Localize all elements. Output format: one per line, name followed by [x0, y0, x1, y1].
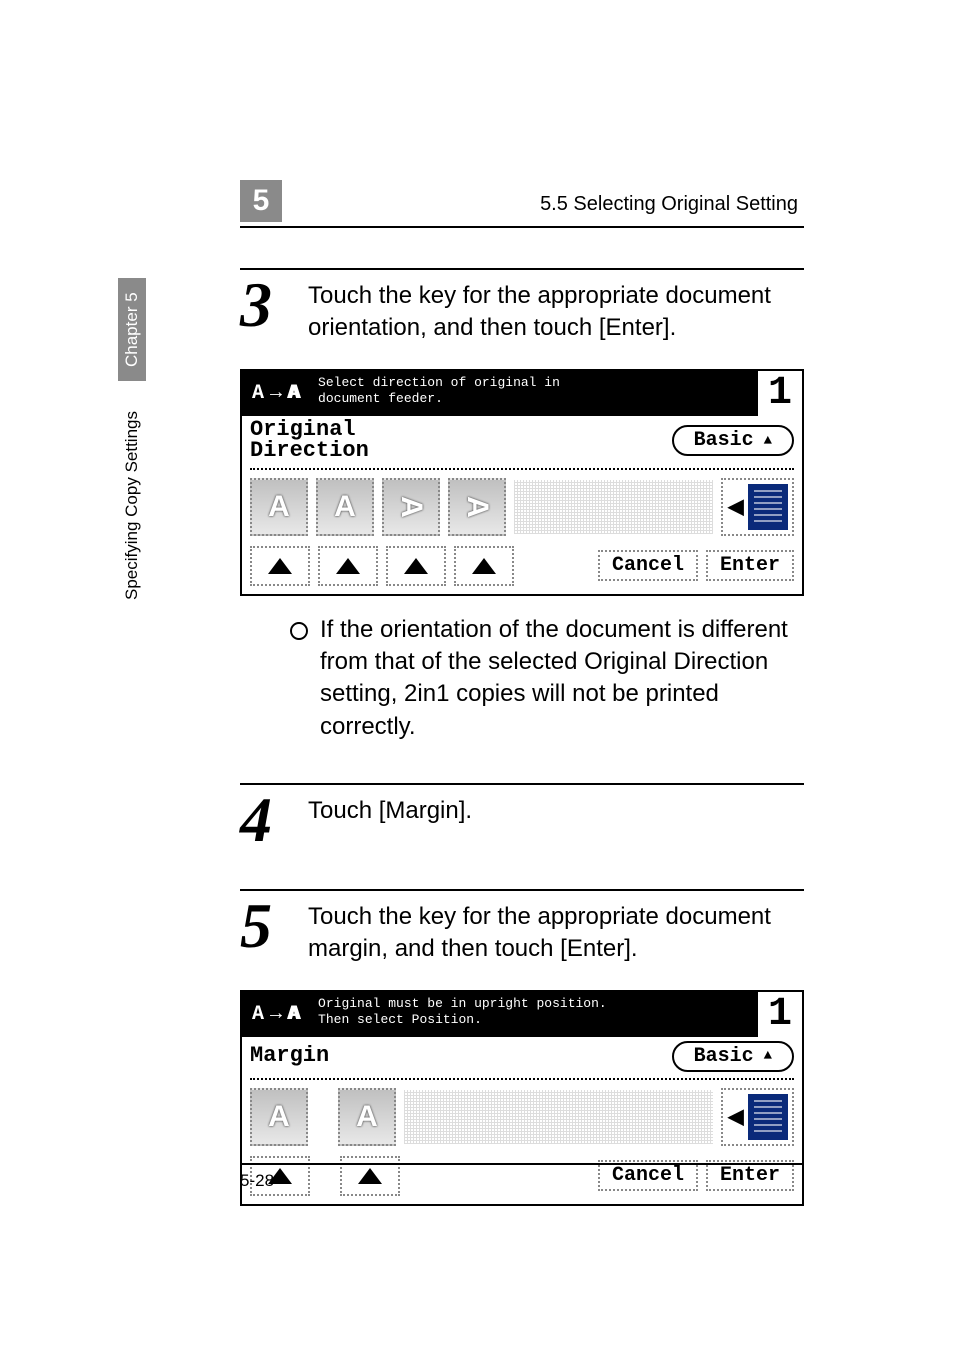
- cancel-button[interactable]: Cancel: [598, 550, 698, 581]
- bullet-icon: [290, 622, 308, 640]
- nav-up-button-1[interactable]: [250, 546, 310, 586]
- nav-up-button-2[interactable]: [318, 546, 378, 586]
- letter-a-icon: A: [356, 1100, 378, 1134]
- margin-left-button[interactable]: A: [250, 1088, 308, 1146]
- page-header: 5 5.5 Selecting Original Setting: [240, 180, 804, 228]
- lcd-mode-icon: A → A: [242, 992, 310, 1037]
- arrow-left-icon: ◀: [727, 489, 744, 524]
- nav-up-button-4[interactable]: [454, 546, 514, 586]
- letter-a-icon: A: [394, 496, 428, 518]
- triangle-up-icon: [404, 558, 428, 574]
- step-number: 3: [240, 276, 290, 345]
- page-footer: 5-28: [240, 1163, 804, 1191]
- letter-a-bold-icon: A: [288, 382, 300, 405]
- side-section-label: Specifying Copy Settings: [122, 411, 142, 600]
- lcd-screen-original-direction: A → A Select direction of original in do…: [240, 369, 804, 596]
- margin-top-button[interactable]: A: [338, 1088, 396, 1146]
- lcd-caption: Select direction of original in document…: [310, 371, 756, 416]
- triangle-up-icon: [472, 558, 496, 574]
- lcd-mode-icon: A → A: [242, 371, 310, 416]
- basic-tab-button[interactable]: Basic ▲: [672, 1041, 794, 1072]
- lcd-screen-label: Margin: [250, 1046, 329, 1067]
- step-3: 3 Touch the key for the appropriate docu…: [240, 268, 804, 345]
- header-title: 5.5 Selecting Original Setting: [302, 193, 804, 222]
- scroll-up-icon: ▲: [764, 1048, 772, 1064]
- nav-up-button-3[interactable]: [386, 546, 446, 586]
- chapter-badge: 5: [240, 180, 282, 222]
- letter-a-icon: A: [252, 382, 264, 405]
- triangle-up-icon: [336, 558, 360, 574]
- basic-tab-button[interactable]: Basic ▲: [672, 425, 794, 456]
- page-preview-icon: [748, 1094, 788, 1140]
- step-text: Touch the key for the appropriate docume…: [308, 897, 804, 966]
- basic-label: Basic: [694, 1045, 754, 1068]
- letter-a-icon: A: [268, 1100, 290, 1134]
- lcd-empty-area: [404, 1090, 713, 1144]
- letter-a-icon: A: [460, 496, 494, 518]
- lcd-screen-label: Original Direction: [250, 420, 369, 462]
- lcd-counter: 1: [756, 371, 802, 416]
- page-number: 5-28: [240, 1171, 274, 1190]
- scroll-up-icon: ▲: [764, 433, 772, 449]
- step-4: 4 Touch [Margin].: [240, 783, 804, 849]
- lcd-empty-area: [514, 480, 713, 534]
- note-text: If the orientation of the document is di…: [320, 614, 794, 744]
- result-preview: ◀: [721, 1088, 794, 1146]
- step-number: 4: [240, 791, 290, 849]
- arrow-right-icon: →: [270, 382, 282, 405]
- lcd-caption: Original must be in upright position. Th…: [310, 992, 756, 1037]
- orientation-portrait-alt-button[interactable]: A: [316, 478, 374, 536]
- letter-a-icon: A: [268, 490, 290, 524]
- note-item: If the orientation of the document is di…: [290, 614, 804, 744]
- step-text: Touch the key for the appropriate docume…: [308, 276, 804, 345]
- orientation-landscape-alt-button[interactable]: A: [448, 478, 506, 536]
- orientation-portrait-button[interactable]: A: [250, 478, 308, 536]
- triangle-up-icon: [268, 558, 292, 574]
- lcd-counter: 1: [756, 992, 802, 1037]
- step-number: 5: [240, 897, 290, 966]
- step-text: Touch [Margin].: [308, 791, 804, 849]
- result-preview: ◀: [721, 478, 794, 536]
- side-chapter-label: Chapter 5: [118, 278, 146, 381]
- enter-button[interactable]: Enter: [706, 550, 794, 581]
- arrow-right-icon: →: [270, 1003, 282, 1026]
- letter-a-icon: A: [252, 1003, 264, 1026]
- basic-label: Basic: [694, 429, 754, 452]
- arrow-left-icon: ◀: [727, 1099, 744, 1134]
- step-5: 5 Touch the key for the appropriate docu…: [240, 889, 804, 966]
- letter-a-icon: A: [334, 490, 356, 524]
- page-preview-icon: [748, 484, 788, 530]
- orientation-landscape-button[interactable]: A: [382, 478, 440, 536]
- letter-a-bold-icon: A: [288, 1003, 300, 1026]
